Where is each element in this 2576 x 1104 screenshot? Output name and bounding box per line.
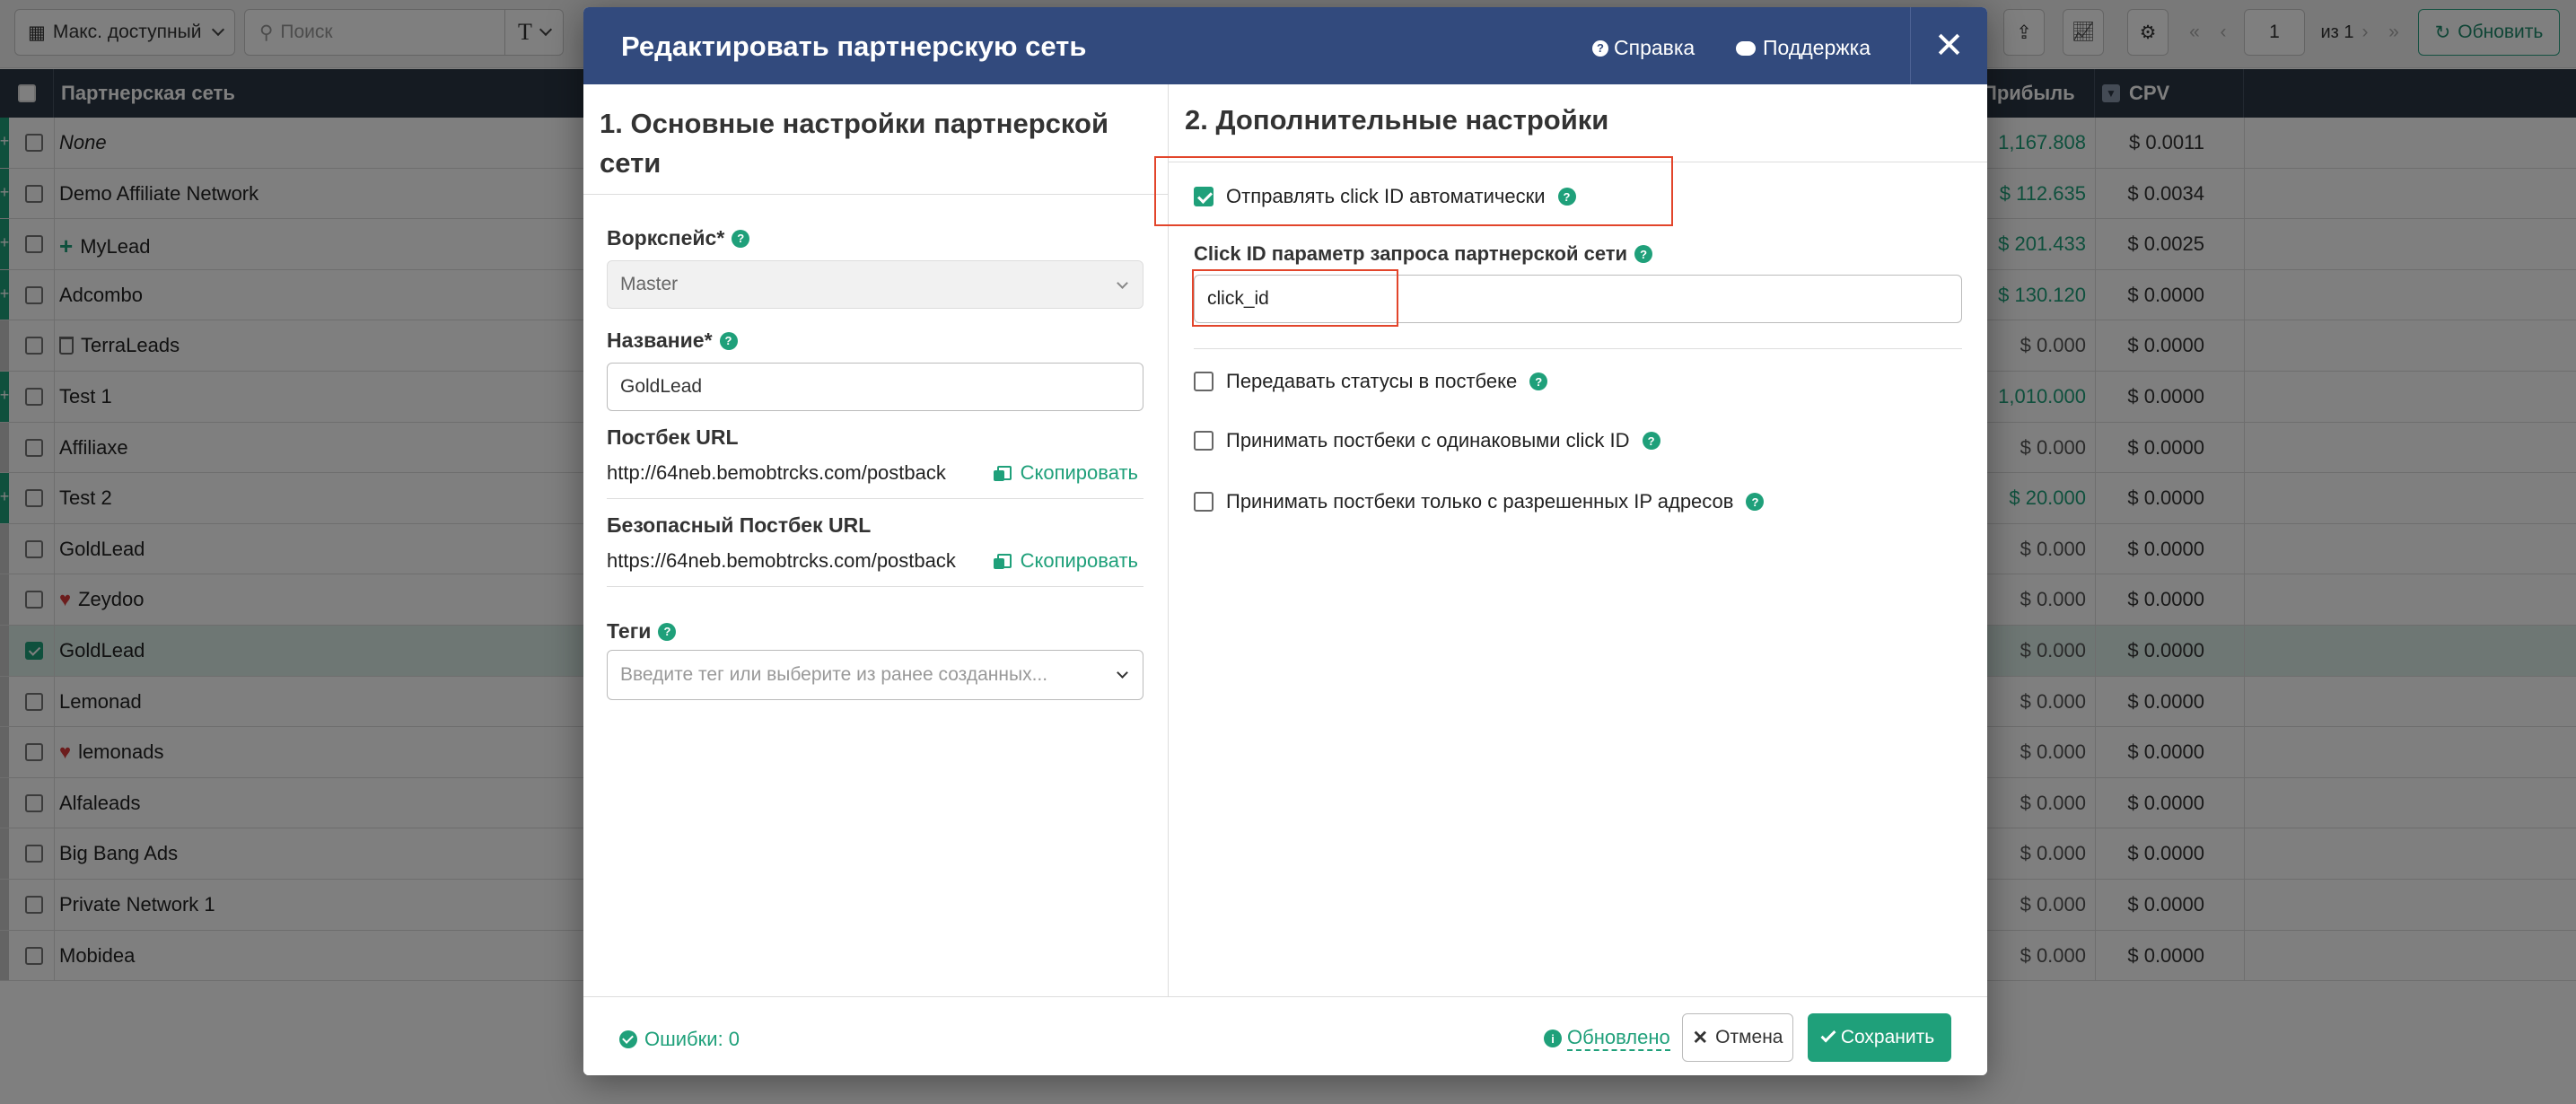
accept-ip-label: Принимать постбеки только с разрешенных … <box>1226 490 1734 513</box>
postback-url-label-text: Постбек URL <box>607 425 739 449</box>
copy-icon <box>993 466 1012 481</box>
help-icon[interactable]: ? <box>1557 188 1576 206</box>
pass-statuses-option[interactable]: Передавать статусы в постбеке ? <box>1194 370 1548 393</box>
postback-url-field: http://64neb.bemobtrcks.com/postback Ско… <box>607 454 1143 499</box>
secure-postback-url-field: https://64neb.bemobtrcks.com/postback Ск… <box>607 542 1143 587</box>
accept-ip-option[interactable]: Принимать постбеки только с разрешенных … <box>1194 490 1765 513</box>
copy-icon <box>993 554 1012 569</box>
postback-url-label: Постбек URL <box>607 425 739 450</box>
divider <box>583 194 1169 195</box>
secure-postback-url-label-text: Безопасный Постбек URL <box>607 513 872 537</box>
help-icon[interactable]: ? <box>732 229 750 248</box>
secure-postback-url-label: Безопасный Постбек URL <box>607 513 871 538</box>
tags-label: Теги ? <box>607 619 677 644</box>
auto-clickid-label: Отправлять click ID автоматически <box>1226 185 1546 207</box>
secure-postback-url-value: https://64neb.bemobtrcks.com/postback <box>607 549 956 572</box>
additional-settings-heading: 2. Дополнительные настройки <box>1185 104 1609 136</box>
postback-url-value: http://64neb.bemobtrcks.com/postback <box>607 461 946 484</box>
clickid-param-label: Click ID параметр запроса партнерской се… <box>1194 242 1653 266</box>
errors-status: Ошибки: 0 <box>619 1028 740 1051</box>
dialog-footer: Ошибки: 0 i Обновлено ✕ Отмена Сохранить <box>583 996 1987 1075</box>
basic-settings-heading: 1. Основные настройки партнерской сети <box>600 108 1109 179</box>
accept-same-clickid-label: Принимать постбеки с одинаковыми click I… <box>1226 429 1630 451</box>
name-label-text: Название* <box>607 329 713 352</box>
help-icon[interactable]: ? <box>1746 493 1765 511</box>
auto-clickid-checkbox[interactable] <box>1194 187 1214 206</box>
help-label: Справка <box>1614 36 1695 59</box>
additional-settings-panel: 2. Дополнительные настройки Отправлять c… <box>1154 84 1987 996</box>
basic-settings-panel: 1. Основные настройки партнерской сети В… <box>583 84 1169 996</box>
workspace-label: Воркспейс* ? <box>607 226 750 250</box>
save-button[interactable]: Сохранить <box>1808 1013 1951 1062</box>
divider <box>1194 348 1962 349</box>
dialog-title: Редактировать партнерскую сеть <box>621 31 1087 62</box>
close-icon: ✕ <box>1933 26 1965 66</box>
tags-select[interactable]: Введите тег или выберите из ранее создан… <box>607 650 1143 700</box>
accept-ip-checkbox[interactable] <box>1194 492 1214 512</box>
question-circle-icon: ? <box>1592 39 1608 57</box>
close-icon: ✕ <box>1692 1027 1709 1048</box>
cancel-label: Отмена <box>1715 1027 1783 1047</box>
auto-clickid-option[interactable]: Отправлять click ID автоматически ? <box>1194 185 1576 208</box>
chat-icon <box>1736 40 1756 56</box>
updated-info[interactable]: i Обновлено <box>1544 1026 1670 1051</box>
close-button[interactable]: ✕ <box>1910 7 1987 84</box>
copy-secure-postback-button[interactable]: Скопировать <box>993 549 1138 573</box>
cancel-button[interactable]: ✕ Отмена <box>1682 1013 1793 1062</box>
copy-label: Скопировать <box>1020 549 1138 572</box>
chevron-down-icon <box>1117 667 1128 679</box>
help-icon[interactable]: ? <box>1529 372 1548 390</box>
workspace-value: Master <box>620 274 679 294</box>
name-value: GoldLead <box>620 376 703 397</box>
help-link[interactable]: ? Справка <box>1592 36 1695 60</box>
save-label: Сохранить <box>1840 1027 1935 1047</box>
chevron-down-icon <box>1117 277 1128 289</box>
workspace-select[interactable]: Master <box>607 260 1143 309</box>
workspace-label-text: Воркспейс* <box>607 226 725 250</box>
info-icon: i <box>1544 1030 1562 1047</box>
tags-placeholder: Введите тег или выберите из ранее создан… <box>620 664 1048 685</box>
help-icon[interactable]: ? <box>1634 245 1653 263</box>
pass-statuses-label: Передавать статусы в постбеке <box>1226 370 1518 392</box>
highlight-box <box>1192 269 1398 327</box>
copy-label: Скопировать <box>1020 461 1138 484</box>
name-input[interactable]: GoldLead <box>607 363 1143 411</box>
accept-same-clickid-option[interactable]: Принимать постбеки с одинаковыми click I… <box>1194 429 1660 452</box>
check-circle-icon <box>619 1030 637 1048</box>
errors-label: Ошибки: 0 <box>644 1028 740 1050</box>
copy-postback-button[interactable]: Скопировать <box>993 461 1138 485</box>
tags-label-text: Теги <box>607 619 652 643</box>
support-link[interactable]: Поддержка <box>1736 36 1871 60</box>
name-label: Название* ? <box>607 329 738 353</box>
clickid-param-label-text: Click ID параметр запроса партнерской се… <box>1194 242 1628 265</box>
support-label: Поддержка <box>1763 36 1871 59</box>
updated-label: Обновлено <box>1567 1026 1670 1051</box>
dialog-header: Редактировать партнерскую сеть ? Справка… <box>583 7 1987 84</box>
help-icon[interactable]: ? <box>658 622 677 641</box>
check-icon <box>1820 1027 1836 1043</box>
edit-network-dialog: Редактировать партнерскую сеть ? Справка… <box>583 7 1987 1075</box>
pass-statuses-checkbox[interactable] <box>1194 372 1214 391</box>
accept-same-clickid-checkbox[interactable] <box>1194 431 1214 451</box>
help-icon[interactable]: ? <box>719 331 738 350</box>
help-icon[interactable]: ? <box>1642 432 1660 450</box>
